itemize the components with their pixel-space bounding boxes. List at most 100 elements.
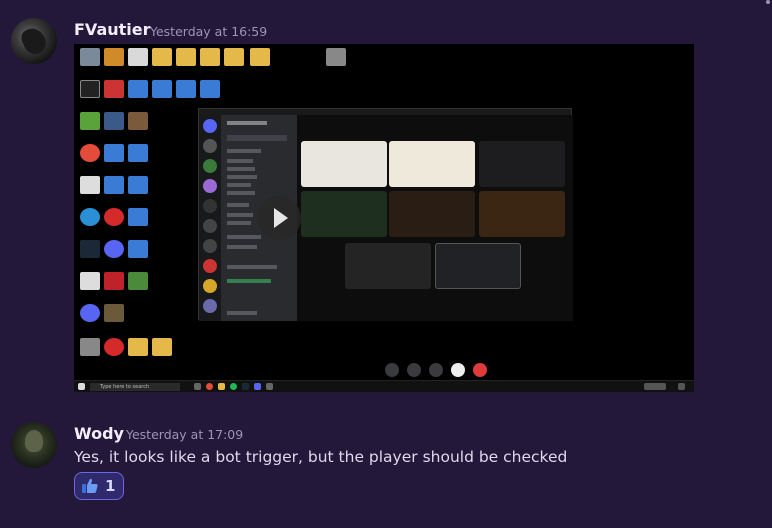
folder-icon [152, 48, 172, 66]
minecraft-icon [128, 272, 148, 290]
attached-screenshot[interactable]: Type here to search [74, 44, 694, 392]
server-icon [203, 179, 217, 193]
file-icon [128, 144, 148, 162]
video-tile [389, 141, 475, 187]
message-timestamp: Yesterday at 16:59 [150, 24, 268, 39]
camera-icon [385, 363, 399, 377]
app-icon [326, 48, 346, 66]
channel-item [227, 245, 257, 249]
server-icon [203, 219, 217, 233]
activity-tile [435, 243, 521, 289]
avatar[interactable] [11, 422, 57, 468]
recycle-bin-icon [80, 48, 100, 66]
geforce-icon [80, 112, 100, 130]
file-icon [104, 144, 124, 162]
thumbs-up-icon [81, 477, 99, 495]
file-icon [200, 80, 220, 98]
folder-icon [128, 338, 148, 356]
overflow-dot [766, 0, 770, 4]
edge-icon [80, 208, 100, 226]
steam-icon [104, 112, 124, 130]
windows-taskbar: Type here to search [74, 380, 694, 392]
author-name[interactable]: Wody [74, 424, 124, 443]
file-icon [128, 208, 148, 226]
channel-item [227, 167, 255, 171]
app-icon [104, 208, 124, 226]
channel-item [227, 149, 261, 153]
file-icon [128, 80, 148, 98]
app-icon [104, 80, 124, 98]
video-tile [301, 191, 387, 237]
channel-item [227, 183, 251, 187]
server-icon [203, 199, 217, 213]
video-tile [389, 191, 475, 237]
reaction-count: 1 [105, 477, 116, 495]
file-icon [152, 80, 172, 98]
server-icon [203, 279, 217, 293]
boost-banner [227, 135, 287, 141]
epic-games-icon [80, 80, 100, 98]
server-icon [203, 159, 217, 173]
file-icon [176, 80, 196, 98]
file-icon [128, 48, 148, 66]
steam-icon [242, 383, 249, 390]
video-tile [479, 191, 565, 237]
channel-item [227, 235, 261, 239]
voice-connected [227, 279, 271, 283]
chrome-icon [80, 144, 100, 162]
steam-icon [80, 240, 100, 258]
file-icon [104, 176, 124, 194]
server-icon [203, 139, 217, 153]
discord-icon [80, 304, 100, 322]
channel-item [227, 221, 251, 225]
app-icon [104, 240, 124, 258]
app-icon [104, 338, 124, 356]
author-name[interactable]: FVautier [74, 20, 151, 39]
rockstar-icon [104, 48, 124, 66]
discord-icon [254, 383, 261, 390]
user-panel [227, 311, 257, 315]
video-tile [301, 141, 387, 187]
discord-window [198, 108, 573, 377]
avatar[interactable] [11, 18, 57, 64]
server-icon [203, 259, 217, 273]
task-view-icon [194, 383, 201, 390]
message-text: Yes, it looks like a bot trigger, but th… [74, 448, 568, 466]
folder-icon [200, 48, 220, 66]
microphone-icon [451, 363, 465, 377]
clock-readout [644, 383, 666, 390]
file-icon [128, 240, 148, 258]
discord-home-icon [203, 119, 217, 133]
explorer-icon [218, 383, 225, 390]
video-tile [479, 141, 565, 187]
call-stage [297, 115, 573, 321]
folder-icon [224, 48, 244, 66]
server-icon [203, 239, 217, 253]
channel-item [227, 203, 249, 207]
taskbar-search-placeholder: Type here to search [100, 384, 150, 390]
taskbar-search: Type here to search [90, 383, 180, 391]
server-icon [203, 299, 217, 313]
activity-item [227, 265, 277, 269]
message-timestamp: Yesterday at 17:09 [126, 427, 244, 442]
channel-item [227, 159, 253, 163]
gta-icon [128, 112, 148, 130]
video-tile [345, 243, 431, 289]
app-icon [80, 338, 100, 356]
file-icon [128, 176, 148, 194]
screen-share-icon [429, 363, 443, 377]
play-icon[interactable] [257, 196, 301, 240]
folder-icon [176, 48, 196, 66]
hang-up-icon [473, 363, 487, 377]
app-icon [104, 304, 124, 322]
app-icon [266, 383, 273, 390]
server-name [227, 121, 267, 125]
folder-icon [152, 338, 172, 356]
channel-item [227, 213, 253, 217]
channel-item [227, 175, 257, 179]
chrome-icon [206, 383, 213, 390]
reaction-thumbs-up[interactable]: 1 [74, 472, 124, 500]
file-icon [80, 176, 100, 194]
spotify-icon [230, 383, 237, 390]
server-list [199, 115, 221, 321]
